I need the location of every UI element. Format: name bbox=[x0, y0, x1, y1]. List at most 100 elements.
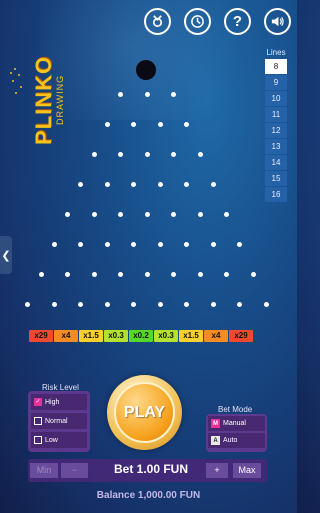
peg bbox=[65, 211, 70, 217]
lines-title: Lines bbox=[266, 48, 286, 57]
increase-bet-button[interactable]: + bbox=[206, 463, 228, 478]
peg bbox=[144, 91, 150, 97]
lines-selector: Lines 8 9 10 11 12 13 14 15 16 bbox=[265, 48, 287, 203]
peg bbox=[78, 301, 84, 307]
peg bbox=[263, 301, 269, 307]
auto-mode-icon: A bbox=[211, 436, 220, 445]
manual-mode-icon: M bbox=[211, 419, 220, 428]
risk-option-normal[interactable]: Normal bbox=[31, 413, 87, 429]
bet-controls: Min − Bet 1.00 FUN + Max bbox=[28, 459, 267, 482]
risk-option-label: High bbox=[45, 398, 60, 406]
lines-option[interactable]: 16 bbox=[265, 187, 287, 202]
lines-option[interactable]: 9 bbox=[265, 75, 287, 90]
risk-level-panel: ✓ High Normal Low bbox=[28, 391, 90, 452]
logo-subtitle: DRAWING bbox=[55, 74, 65, 125]
lines-option[interactable]: 13 bbox=[265, 139, 287, 154]
lines-option[interactable]: 15 bbox=[265, 171, 287, 186]
peg bbox=[118, 271, 123, 277]
bet-amount: Bet 1.00 FUN bbox=[113, 462, 189, 476]
multiplier-slot: x29 bbox=[229, 330, 253, 342]
peg bbox=[118, 211, 123, 217]
bet-mode-panel: M Manual A Auto bbox=[206, 414, 267, 452]
peg bbox=[78, 181, 84, 187]
peg bbox=[184, 241, 190, 247]
peg bbox=[91, 151, 97, 157]
risk-option-label: Low bbox=[45, 436, 58, 444]
max-bet-button[interactable]: Max bbox=[233, 463, 261, 478]
checkbox-icon: ✓ bbox=[34, 398, 42, 406]
peg bbox=[118, 91, 123, 97]
lines-option[interactable]: 10 bbox=[265, 91, 287, 106]
side-panel-toggle[interactable]: ❮ bbox=[0, 236, 12, 274]
multiplier-row: x29 x4 x1.5 x0.3 x0.2 x0.3 x1.5 x4 x29 bbox=[29, 330, 253, 342]
peg bbox=[237, 241, 243, 247]
logo-decoration bbox=[8, 68, 26, 98]
bet-mode-auto[interactable]: A Auto bbox=[208, 433, 265, 448]
lines-options: 8 9 10 11 12 13 14 15 16 bbox=[265, 59, 287, 202]
peg bbox=[91, 211, 97, 217]
peg bbox=[144, 211, 150, 217]
multiplier-slot: x0.3 bbox=[104, 330, 128, 342]
peg bbox=[38, 271, 44, 277]
peg bbox=[144, 151, 150, 157]
lines-option[interactable]: 14 bbox=[265, 155, 287, 170]
peg bbox=[184, 301, 190, 307]
multiplier-slot: x1.5 bbox=[79, 330, 103, 342]
peg bbox=[51, 241, 57, 247]
peg bbox=[131, 121, 137, 127]
peg bbox=[104, 301, 110, 307]
peg bbox=[210, 241, 216, 247]
peg bbox=[184, 181, 190, 187]
multiplier-slot: x4 bbox=[54, 330, 78, 342]
history-icon[interactable] bbox=[184, 8, 211, 35]
peg bbox=[197, 151, 203, 157]
peg bbox=[157, 181, 163, 187]
peg bbox=[144, 271, 150, 277]
risk-option-high[interactable]: ✓ High bbox=[31, 394, 87, 410]
peg bbox=[250, 271, 256, 277]
multiplier-slot: x0.3 bbox=[154, 330, 178, 342]
min-bet-button[interactable]: Min bbox=[30, 463, 58, 478]
peg bbox=[197, 211, 203, 217]
multiplier-slot: x29 bbox=[29, 330, 53, 342]
peg bbox=[104, 181, 110, 187]
help-icon[interactable]: ? bbox=[224, 8, 251, 35]
checkbox-icon bbox=[34, 436, 42, 444]
peg bbox=[184, 121, 190, 127]
logo-title: PLINKO bbox=[31, 55, 56, 145]
peg bbox=[237, 301, 243, 307]
peg bbox=[78, 241, 84, 247]
risk-option-low[interactable]: Low bbox=[31, 432, 87, 448]
play-button-face: PLAY bbox=[114, 382, 175, 443]
trophy-icon[interactable] bbox=[144, 8, 171, 35]
bet-mode-title: Bet Mode bbox=[218, 405, 253, 414]
sound-icon[interactable] bbox=[264, 8, 291, 35]
lines-option[interactable]: 8 bbox=[265, 59, 287, 74]
peg bbox=[171, 271, 176, 277]
peg bbox=[157, 121, 163, 127]
play-button[interactable]: PLAY bbox=[107, 375, 182, 450]
ball-drop-hole bbox=[136, 60, 156, 80]
multiplier-slot: x0.2 bbox=[129, 330, 153, 342]
balance-display: Balance 1,000.00 FUN bbox=[96, 490, 201, 501]
bet-mode-manual[interactable]: M Manual bbox=[208, 416, 265, 431]
lines-option[interactable]: 12 bbox=[265, 123, 287, 138]
peg bbox=[131, 301, 137, 307]
peg bbox=[131, 181, 137, 187]
peg bbox=[51, 301, 57, 307]
peg bbox=[157, 241, 163, 247]
checkbox-icon bbox=[34, 417, 42, 425]
peg bbox=[104, 121, 110, 127]
game-logo: PLINKO DRAWING bbox=[24, 56, 65, 154]
peg bbox=[65, 271, 70, 277]
peg bbox=[25, 301, 31, 307]
peg bbox=[171, 211, 176, 217]
peg bbox=[210, 181, 216, 187]
peg bbox=[171, 151, 176, 157]
decrease-bet-button[interactable]: − bbox=[61, 463, 88, 478]
risk-option-label: Normal bbox=[45, 417, 68, 425]
lines-option[interactable]: 11 bbox=[265, 107, 287, 122]
bet-mode-label: Manual bbox=[223, 420, 246, 427]
peg bbox=[171, 91, 176, 97]
top-toolbar: ? bbox=[144, 8, 291, 35]
